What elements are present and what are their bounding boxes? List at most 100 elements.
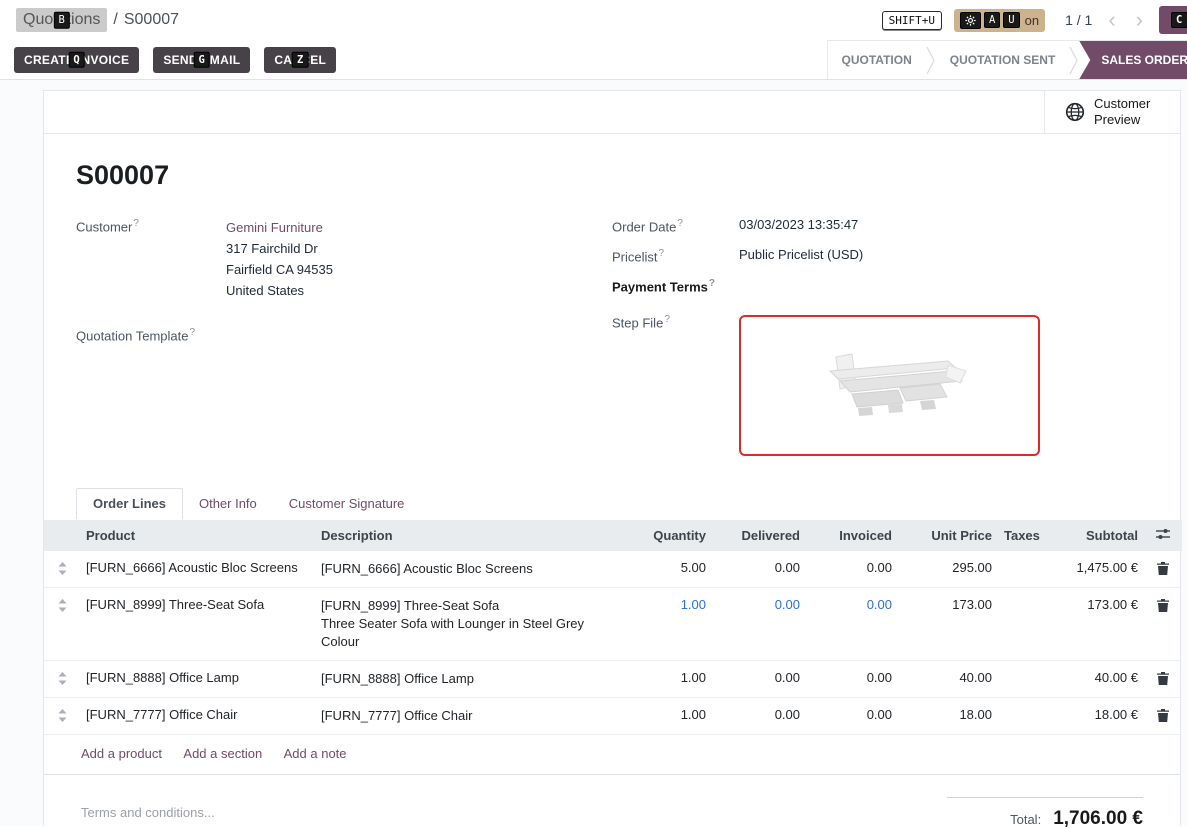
drag-handle-icon[interactable] [44,698,80,735]
page-title: S00007 [76,160,1148,191]
cell-taxes[interactable] [998,588,1040,661]
order-date-value[interactable]: 03/03/2023 13:35:47 [739,217,858,247]
action-menu-button[interactable]: A U on [954,9,1045,32]
hotkey-badge-shift-u: SHIFT+U [882,11,942,30]
cell-quantity[interactable]: 1.00 [620,588,712,661]
breadcrumb-current: S00007 [124,11,179,29]
tab-order-lines[interactable]: Order Lines [76,488,183,519]
add-a-section-link[interactable]: Add a section [183,746,262,761]
field-payment-terms: Payment Terms? [612,277,1148,313]
cell-unit-price[interactable]: 295.00 [898,551,998,588]
cell-product[interactable]: [FURN_7777] Office Chair [80,698,315,735]
cell-invoiced[interactable]: 0.00 [806,551,898,588]
help-icon: ? [659,248,665,259]
cell-taxes[interactable] [998,698,1040,735]
cell-description[interactable]: [FURN_7777] Office Chair [315,698,620,735]
column-unit-price[interactable]: Unit Price [898,520,998,551]
table-row[interactable]: [FURN_6666] Acoustic Bloc Screens [FURN_… [44,551,1182,588]
cell-quantity[interactable]: 5.00 [620,551,712,588]
cell-invoiced[interactable]: 0.00 [806,588,898,661]
cell-unit-price[interactable]: 18.00 [898,698,998,735]
column-description[interactable]: Description [315,520,620,551]
table-row[interactable]: [FURN_8999] Three-Seat Sofa [FURN_8999] … [44,588,1182,661]
total-value: 1,706.00 € [1053,808,1143,827]
table-header-row: Product Description Quantity Delivered I… [44,520,1182,551]
column-taxes[interactable]: Taxes [998,520,1040,551]
cell-description[interactable]: [FURN_6666] Acoustic Bloc Screens [315,551,620,588]
table-row[interactable]: [FURN_7777] Office Chair [FURN_7777] Off… [44,698,1182,735]
send-email-button[interactable]: SEND EMAIL G [153,47,250,73]
cell-quantity[interactable]: 1.00 [620,661,712,698]
help-icon: ? [133,218,139,229]
cell-unit-price[interactable]: 40.00 [898,661,998,698]
pricelist-label: Pricelist? [612,247,739,277]
cell-unit-price[interactable]: 173.00 [898,588,998,661]
column-delivered[interactable]: Delivered [712,520,806,551]
tab-customer-signature[interactable]: Customer Signature [273,489,421,519]
column-product[interactable]: Product [80,520,315,551]
top-right-controls: SHIFT+U A U on 1 / 1 ‹ › C [882,0,1187,40]
add-a-product-link[interactable]: Add a product [81,746,162,761]
help-icon: ? [190,327,196,338]
cell-invoiced[interactable]: 0.00 [806,698,898,735]
customer-preview-button[interactable]: Customer Preview [1044,91,1180,133]
table-row[interactable]: [FURN_8888] Office Lamp [FURN_8888] Offi… [44,661,1182,698]
pager-next-icon[interactable]: › [1132,9,1147,31]
hotkey-badge-q: Q [68,51,85,68]
breadcrumb-separator: / [113,11,117,29]
breadcrumb-quotations[interactable]: Quotations B [16,8,107,32]
status-quotation-sent[interactable]: QUOTATION SENT [936,41,1070,79]
cell-invoiced[interactable]: 0.00 [806,661,898,698]
sheet-button-box: Customer Preview [44,91,1180,134]
cell-product[interactable]: [FURN_8888] Office Lamp [80,661,315,698]
step-file-image[interactable] [739,315,1040,456]
pricelist-value[interactable]: Public Pricelist (USD) [739,247,863,277]
step-file-label: Step File? [612,313,739,456]
field-customer: Customer? Gemini Furniture 317 Fairchild… [76,217,612,301]
delete-row-icon[interactable] [1144,588,1182,661]
control-panel-buttons: CREATE INVOICE Q SEND EMAIL G CANCEL Z Q… [0,40,1187,80]
hotkey-badge-g: G [194,51,211,68]
cell-taxes[interactable] [998,551,1040,588]
hotkey-badge-c: C [1171,12,1187,29]
cell-taxes[interactable] [998,661,1040,698]
delete-row-icon[interactable] [1144,698,1182,735]
delete-row-icon[interactable] [1144,551,1182,588]
cell-quantity[interactable]: 1.00 [620,698,712,735]
statusbar: QUOTATION QUOTATION SENT SALES ORDER [827,40,1187,79]
create-invoice-button[interactable]: CREATE INVOICE Q [14,47,139,73]
delete-row-icon[interactable] [1144,661,1182,698]
optional-columns-icon[interactable] [1144,520,1182,551]
create-button[interactable]: C CREATE [1159,6,1187,34]
payment-terms-label: Payment Terms? [612,277,739,313]
add-a-note-link[interactable]: Add a note [284,746,347,761]
status-quotation[interactable]: QUOTATION [828,41,926,79]
order-date-label: Order Date? [612,217,739,247]
drag-handle-icon[interactable] [44,588,80,661]
cancel-button[interactable]: CANCEL Z [264,47,336,73]
cell-product[interactable]: [FURN_8999] Three-Seat Sofa [80,588,315,661]
field-group: Customer? Gemini Furniture 317 Fairchild… [76,217,1148,456]
cell-delivered[interactable]: 0.00 [712,588,806,661]
cell-description[interactable]: [FURN_8888] Office Lamp [315,661,620,698]
form-sheet: Customer Preview S00007 Customer? Gemini… [43,90,1181,826]
pager-previous-icon[interactable]: ‹ [1104,9,1119,31]
control-panel-top: Quotations B / S00007 SHIFT+U A U [0,0,1187,40]
cell-description[interactable]: [FURN_8999] Three-Seat Sofa Three Seater… [315,588,620,661]
tab-other-info[interactable]: Other Info [183,489,273,519]
help-icon: ? [677,218,683,229]
drag-handle-icon[interactable] [44,551,80,588]
column-quantity[interactable]: Quantity [620,520,712,551]
column-subtotal[interactable]: Subtotal [1040,520,1144,551]
cell-product[interactable]: [FURN_6666] Acoustic Bloc Screens [80,551,315,588]
cell-delivered[interactable]: 0.00 [712,551,806,588]
cell-subtotal: 173.00 € [1040,588,1144,661]
cell-subtotal: 18.00 € [1040,698,1144,735]
drag-handle-icon[interactable] [44,661,80,698]
cell-delivered[interactable]: 0.00 [712,661,806,698]
status-sales-order[interactable]: SALES ORDER [1079,41,1187,79]
column-invoiced[interactable]: Invoiced [806,520,898,551]
customer-link[interactable]: Gemini Furniture [226,220,323,235]
terms-and-conditions-input[interactable]: Terms and conditions... [81,797,215,827]
cell-delivered[interactable]: 0.00 [712,698,806,735]
